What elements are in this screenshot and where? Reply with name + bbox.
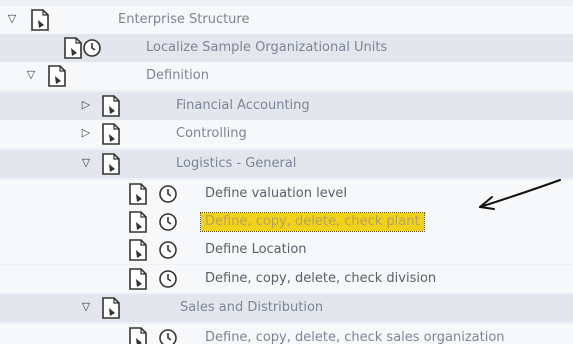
document-icon xyxy=(129,211,147,233)
collapse-arrow-icon[interactable]: ▽ xyxy=(80,301,92,313)
tree-node-label: Define, copy, delete, check sales organi… xyxy=(205,330,505,344)
document-icon xyxy=(102,95,120,117)
document-icon xyxy=(102,153,120,175)
tree-node-label-selected: Define, copy, delete, check plant xyxy=(200,212,425,232)
expand-arrow-icon[interactable]: ▷ xyxy=(80,127,92,139)
structure-tree: ▽ Enterprise Structure Localize Sample O… xyxy=(0,0,573,344)
tree-node-localize[interactable]: Localize Sample Organizational Units xyxy=(0,34,573,62)
tree-node-label: Definition xyxy=(146,68,209,83)
tree-node-label: Controlling xyxy=(176,126,247,141)
document-icon xyxy=(64,37,82,59)
tree-node-label: Sales and Distribution xyxy=(180,300,324,315)
document-icon xyxy=(102,297,120,319)
tree-node-label: Define, copy, delete, check division xyxy=(205,271,437,286)
collapse-arrow-icon[interactable]: ▽ xyxy=(6,13,18,25)
tree-node-label: Define Location xyxy=(205,242,307,257)
collapse-arrow-icon[interactable]: ▽ xyxy=(25,69,37,81)
tree-node-definition[interactable]: ▽ Definition xyxy=(0,62,573,90)
document-icon xyxy=(129,239,147,261)
execute-clock-icon[interactable] xyxy=(158,269,178,289)
tree-node-sales-distribution[interactable]: ▽ Sales and Distribution xyxy=(0,294,573,322)
tree-node-controlling[interactable]: ▷ Controlling xyxy=(0,120,573,148)
execute-clock-icon[interactable] xyxy=(82,38,102,58)
execute-clock-icon[interactable] xyxy=(158,212,178,232)
document-icon xyxy=(48,65,66,87)
expand-arrow-icon[interactable]: ▷ xyxy=(80,99,92,111)
document-icon xyxy=(31,9,49,31)
collapse-arrow-icon[interactable]: ▽ xyxy=(80,157,92,169)
tree-node-label: Logistics - General xyxy=(176,156,297,171)
annotation-arrow xyxy=(479,179,561,210)
tree-node-define-sales-org[interactable]: Define, copy, delete, check sales organi… xyxy=(0,324,573,344)
document-icon xyxy=(129,268,147,290)
tree-node-enterprise-structure[interactable]: ▽ Enterprise Structure xyxy=(0,6,573,34)
execute-clock-icon[interactable] xyxy=(158,240,178,260)
tree-node-financial-accounting[interactable]: ▷ Financial Accounting xyxy=(0,92,573,120)
tree-node-define-division[interactable]: Define, copy, delete, check division xyxy=(0,265,573,293)
execute-clock-icon[interactable] xyxy=(158,184,178,204)
tree-node-label: Financial Accounting xyxy=(176,98,310,113)
tree-node-label: Define valuation level xyxy=(205,186,347,201)
execute-clock-icon[interactable] xyxy=(158,328,178,344)
tree-node-label: Enterprise Structure xyxy=(118,12,250,27)
document-icon xyxy=(129,327,147,344)
document-icon xyxy=(102,123,120,145)
tree-node-label: Localize Sample Organizational Units xyxy=(146,40,388,55)
tree-node-logistics-general[interactable]: ▽ Logistics - General xyxy=(0,150,573,178)
tree-node-define-location[interactable]: Define Location xyxy=(0,236,573,264)
document-icon xyxy=(129,183,147,205)
